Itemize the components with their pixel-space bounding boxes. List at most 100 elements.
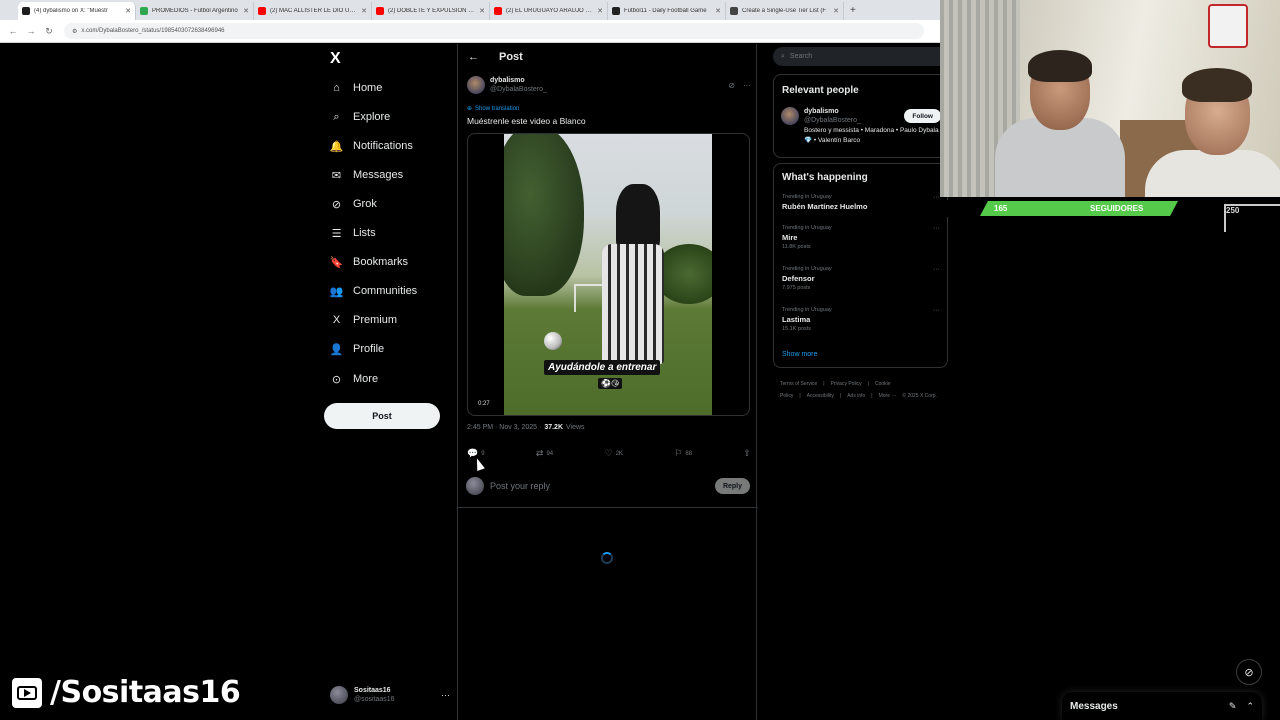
video-player[interactable]: Ayudándole a entrenar ⚽😘 0:27 (467, 133, 750, 416)
browser-tab[interactable]: (2) DOBLETE Y EXPULSIÓN DE J ✕ (372, 2, 490, 20)
sidebar-item-bookmarks[interactable]: 🔖 Bookmarks (330, 252, 408, 272)
video-frame[interactable]: Ayudándole a entrenar ⚽😘 (504, 134, 712, 415)
translate-icon: ⊕ (467, 106, 473, 112)
browser-tab[interactable]: (2) EL URUGUAYO ARAÚJO RES ✕ (490, 2, 608, 20)
x-logo-icon[interactable]: X (330, 50, 341, 68)
avatar (466, 477, 484, 495)
post-tools: ⊘ ··· (728, 81, 751, 90)
search-input[interactable]: ⌕ Search (773, 47, 948, 66)
browser-tab[interactable]: Futbol11 - Daily Football Game ✕ (608, 2, 726, 20)
bookmark-button[interactable]: ⚐ 88 (674, 448, 692, 459)
sidebar-item-lists[interactable]: ☰ Lists (330, 223, 376, 243)
close-icon[interactable]: ✕ (833, 7, 839, 15)
show-translation-link[interactable]: ⊕ Show translation (467, 105, 520, 113)
footer-link[interactable]: Ads info (847, 393, 865, 399)
sidebar-item-notifications[interactable]: 🔔 Notifications (330, 136, 413, 156)
author-handle[interactable]: @DybalaBostero_ (490, 85, 547, 94)
footer-link[interactable]: Accessibility (807, 393, 834, 399)
person-handle[interactable]: @DybalaBostero_ (804, 116, 861, 125)
footer-link[interactable]: Privacy Policy (831, 381, 862, 387)
sidebar-item-profile[interactable]: 👤 Profile (330, 339, 385, 359)
back-arrow-icon[interactable]: ← (4, 26, 22, 36)
footer-separator: | (867, 381, 869, 387)
sidebar-item-grok[interactable]: ⊘ Grok (330, 194, 377, 214)
browser-tab-strip: (4) dybalismo on X: "Muéstr ✕ PROMEDIOS - … (0, 0, 940, 20)
reply-button[interactable]: 💬 9 (467, 448, 485, 459)
trend-context: Trending in Uruguay (782, 266, 832, 272)
communities-icon: 👥 (329, 285, 344, 298)
author-avatar[interactable] (467, 76, 485, 94)
trend-item[interactable]: Trending in Uruguay Defensor 7,975 posts ··… (782, 266, 942, 291)
show-translation-label: Show translation (475, 105, 520, 112)
forward-arrow-icon[interactable]: → (22, 26, 40, 36)
back-arrow-icon[interactable]: ← (468, 51, 479, 63)
trend-item[interactable]: Trending in Uruguay Rubén Martínez Huelmo… (782, 194, 942, 211)
browser-tab[interactable]: PROMEDIOS - Futbol Argentino ✕ (136, 2, 254, 20)
close-icon[interactable]: ✕ (125, 7, 131, 15)
avatar[interactable] (781, 107, 799, 125)
footer-link[interactable]: More ··· (879, 393, 897, 399)
repost-button[interactable]: ⇄ 94 (536, 448, 553, 459)
grok-explain-icon[interactable]: ⊘ (728, 81, 735, 90)
more-dots-icon[interactable]: ··· (933, 225, 940, 232)
person-bio: Bostero y messista • Maradona • Paulo Dy… (804, 127, 939, 144)
person-name[interactable]: dybalismo (804, 107, 861, 116)
messages-drawer[interactable]: Messages ✎ ⌃ (1062, 692, 1262, 720)
bookmark-icon: ⚐ (674, 448, 683, 458)
close-icon[interactable]: ✕ (479, 7, 485, 15)
sidebar-item-more[interactable]: ⊙ More (330, 369, 378, 389)
grok-icon: ⊘ (331, 198, 342, 211)
browser-tab[interactable]: (4) dybalismo on X: "Muéstr ✕ (18, 2, 136, 20)
share-button[interactable]: ⇪ (743, 448, 751, 459)
sidebar-item-explore[interactable]: ⌕ Explore (330, 107, 390, 127)
more-dots-icon[interactable]: ··· (933, 194, 940, 201)
trend-item[interactable]: Trending in Uruguay Lastima 15.1K posts ··· (782, 307, 942, 332)
new-tab-button[interactable]: + (844, 2, 862, 20)
close-icon[interactable]: ✕ (715, 7, 721, 15)
close-icon[interactable]: ✕ (243, 7, 249, 15)
video-caption: Ayudándole a entrenar (544, 360, 661, 375)
tab-favicon-icon (22, 7, 30, 15)
address-bar[interactable]: ⚙ x.com/DybalaBostero_/status/1985403072… (64, 23, 924, 39)
person-names: dybalismo @DybalaBostero_ (804, 107, 861, 125)
relevant-people-title: Relevant people (782, 85, 859, 96)
footer-link[interactable]: Terms of Service (780, 381, 817, 387)
relevant-person[interactable]: dybalismo @DybalaBostero_ Follow Bostero… (781, 107, 941, 146)
chevron-up-icon[interactable]: ⌃ (1246, 701, 1254, 712)
more-dots-icon[interactable]: ··· (933, 266, 940, 273)
browser-tab[interactable]: (2) MAC ALLISTER LE DIO UN T ✕ (254, 2, 372, 20)
more-dots-icon[interactable]: ··· (933, 307, 940, 314)
bookmark-icon: 🔖 (329, 256, 344, 269)
close-icon[interactable]: ✕ (361, 7, 367, 15)
show-more-link[interactable]: Show more (782, 351, 817, 358)
like-button[interactable]: ♡ 2K (605, 448, 623, 459)
sidebar-item-premium[interactable]: X Premium (330, 310, 397, 330)
reload-icon[interactable]: ↻ (40, 26, 58, 37)
account-handle: @sositaas16 (354, 696, 395, 703)
more-dots-icon[interactable]: ··· (441, 690, 450, 700)
grok-icon[interactable]: ⊘ (1236, 659, 1262, 685)
left-sidebar: X ⌂ Home ⌕ Explore 🔔 Notifications ✉ Messages ⊘ G… (318, 44, 456, 720)
post-button[interactable]: Post (324, 403, 440, 429)
post-timestamp[interactable]: 2:45 PM · Nov 3, 2025 · (467, 424, 541, 431)
trend-item[interactable]: Trending in Uruguay Mire 11.8K posts ··· (782, 225, 942, 250)
browser-tab[interactable]: Create a Single-Use Tier List (F ✕ (726, 2, 844, 20)
site-info-icon[interactable]: ⚙ (72, 28, 77, 35)
close-icon[interactable]: ✕ (597, 7, 603, 15)
account-switcher[interactable]: Sositaas16 @sositaas16 ··· (330, 686, 450, 704)
compose-message-icon[interactable]: ✎ (1229, 701, 1237, 712)
sidebar-item-messages[interactable]: ✉ Messages (330, 165, 403, 185)
repost-icon: ⇄ (535, 448, 544, 458)
follow-button[interactable]: Follow (904, 109, 941, 123)
sidebar-item-label: Lists (353, 227, 376, 239)
more-dots-icon[interactable]: ··· (743, 81, 751, 90)
sidebar-item-home[interactable]: ⌂ Home (330, 78, 382, 98)
views-label: Views (566, 424, 585, 431)
follower-goal-fill (980, 201, 1178, 216)
author-name[interactable]: dybalismo (490, 76, 547, 85)
sidebar-item-communities[interactable]: 👥 Communities (329, 281, 418, 301)
reply-input[interactable]: Post your reply (490, 481, 550, 491)
search-icon: ⌕ (781, 52, 785, 60)
footer-link[interactable]: © 2025 X Corp. (902, 393, 937, 399)
reply-submit-button[interactable]: Reply (714, 478, 750, 494)
